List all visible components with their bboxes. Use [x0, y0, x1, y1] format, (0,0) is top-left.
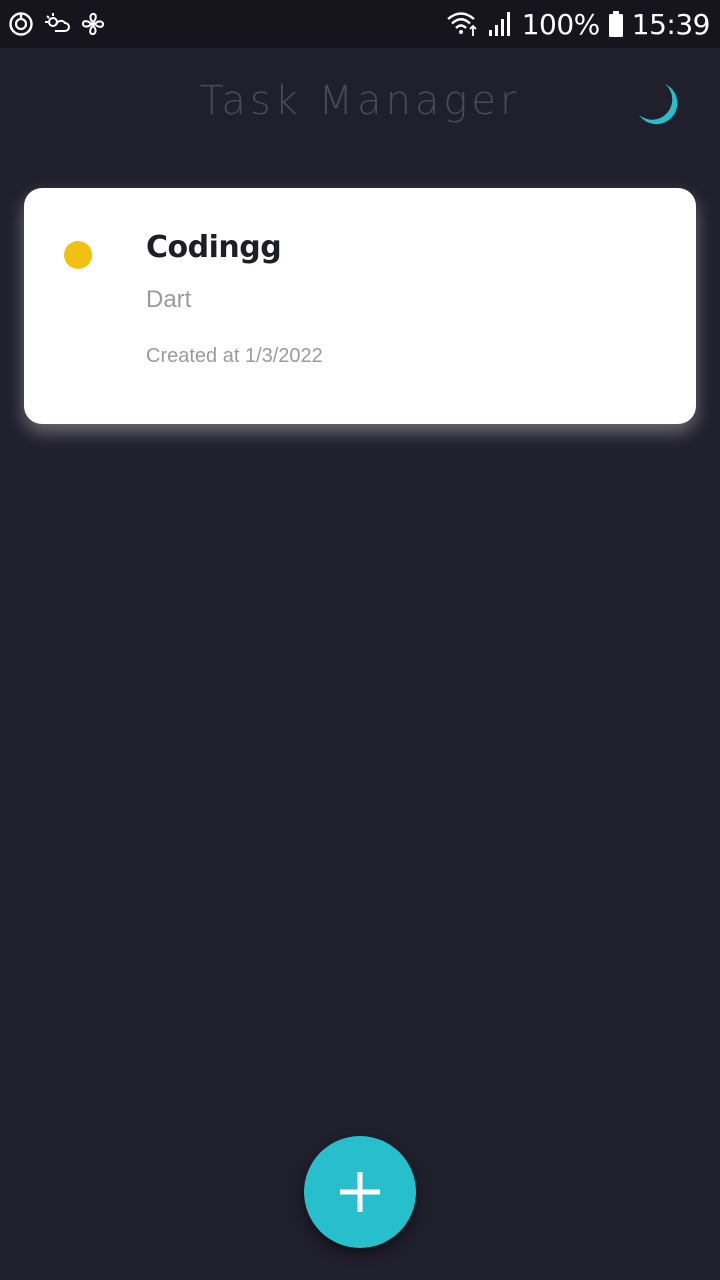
task-title: Codingg — [146, 230, 282, 265]
battery-icon — [608, 11, 623, 37]
add-task-button[interactable] — [304, 1136, 416, 1248]
theme-toggle-button[interactable] — [632, 78, 686, 132]
screen: 100% 15:39 Task Manager Codingg Dart Cre… — [0, 0, 720, 1280]
plus-icon — [340, 1172, 380, 1212]
task-created-date: Created at 1/3/2022 — [146, 345, 323, 367]
signal-icon — [488, 12, 510, 36]
task-subtitle: Dart — [146, 286, 192, 313]
status-bar-left — [8, 11, 106, 37]
wifi-icon — [446, 12, 477, 36]
status-bar: 100% 15:39 — [0, 0, 720, 48]
moon-icon — [639, 84, 678, 125]
task-card[interactable]: Codingg Dart Created at 1/3/2022 — [24, 188, 696, 424]
battery-percent: 100% — [521, 7, 601, 41]
fan-icon — [81, 12, 105, 36]
page-title: Task Manager — [199, 78, 521, 124]
status-time: 15:39 — [631, 7, 711, 41]
task-priority-dot — [64, 241, 92, 269]
weather-icon — [45, 13, 70, 32]
data-saver-icon — [9, 12, 33, 36]
status-bar-right: 100% 15:39 — [446, 7, 711, 41]
